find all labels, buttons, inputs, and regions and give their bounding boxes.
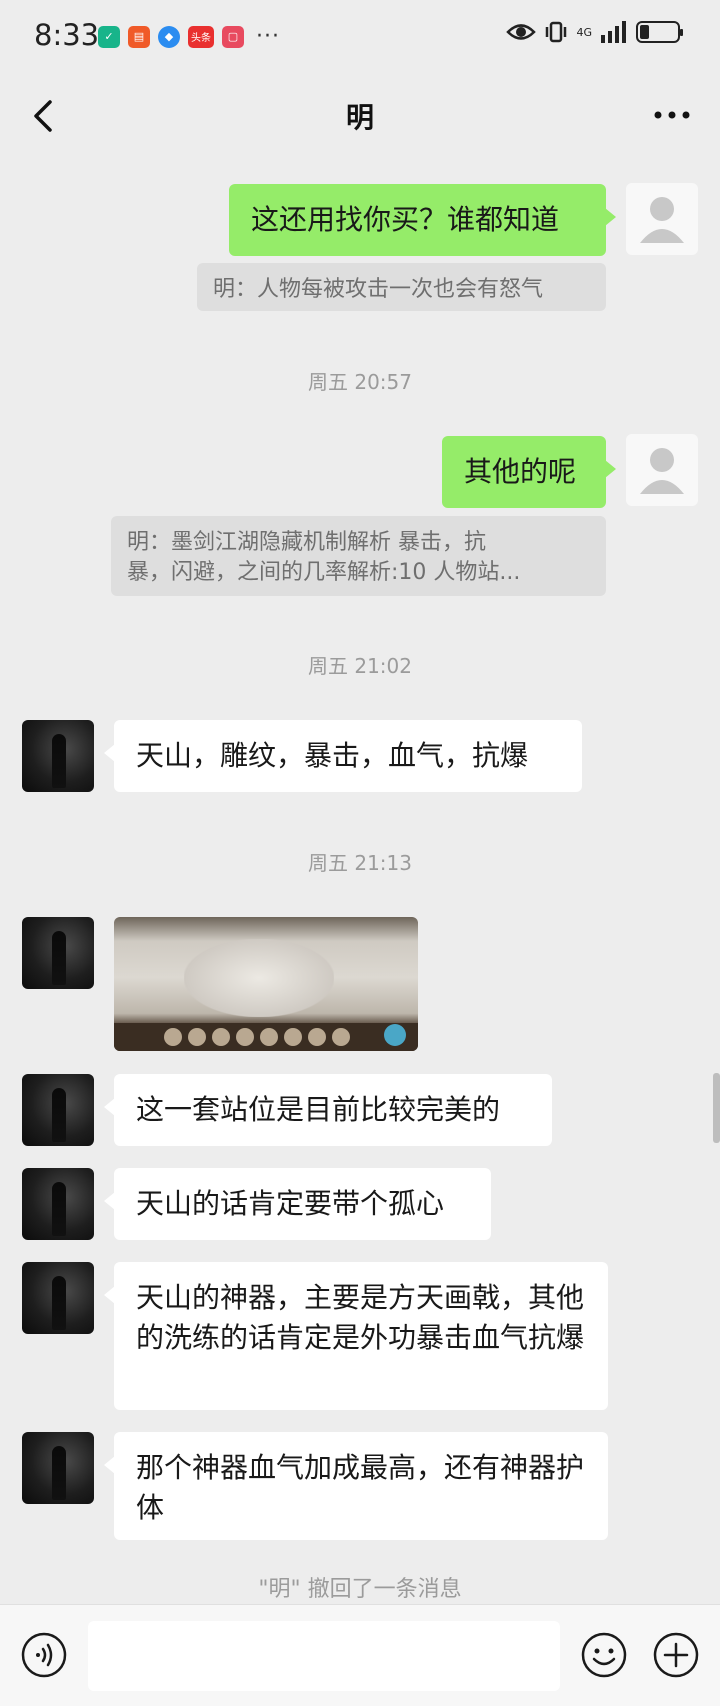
contact-avatar[interactable] — [22, 1168, 94, 1240]
game-screenshot-image[interactable] — [114, 917, 418, 1051]
hero-portrait-icon — [188, 1028, 206, 1046]
battery-level — [640, 25, 649, 39]
scrollbar[interactable] — [713, 1073, 720, 1143]
self-avatar[interactable] — [626, 434, 698, 506]
chat-title: 明 — [345, 101, 374, 134]
recall-notice: "明" 撤回了一条消息 — [258, 1577, 462, 1602]
signal-icon — [601, 21, 626, 43]
self-avatar[interactable] — [626, 183, 698, 255]
timestamp: 周五 21:02 — [308, 654, 412, 678]
message-bubble-other[interactable]: 天山的话肯定要带个孤心 — [104, 1168, 491, 1240]
status-time: 8:33 — [34, 18, 100, 52]
security-icon: ◆ — [158, 25, 180, 48]
system-icons: 4G — [506, 20, 683, 44]
app-icon: ▢ — [222, 25, 244, 48]
hero-portrait-icon — [260, 1028, 278, 1046]
more-notifications-icon: ··· — [256, 24, 280, 49]
message-bubble-other[interactable]: 那个神器血气加成最高，还有神器护体 — [104, 1432, 608, 1540]
hero-portrait-icon — [284, 1028, 302, 1046]
game-board — [184, 939, 334, 1017]
contact-avatar[interactable] — [22, 917, 94, 989]
message-bubble-self[interactable]: 其他的呢 — [442, 436, 616, 508]
plus-icon[interactable] — [652, 1631, 700, 1679]
network-type: 4G — [576, 25, 592, 39]
vibrate-icon — [546, 21, 567, 43]
input-bar — [0, 1604, 720, 1706]
shield-app-icon: ✓ — [98, 25, 120, 48]
quoted-message[interactable]: 明：墨剑江湖隐藏机制解析 暴击，抗 暴，闪避，之间的几率解析:10 人物站... — [111, 516, 606, 596]
timestamp: 周五 21:13 — [308, 851, 412, 875]
message-bubble-other[interactable]: 天山，雕纹，暴击，血气，抗爆 — [104, 720, 582, 792]
battery-icon — [636, 21, 683, 43]
message-bubble-self[interactable]: 这还用找你买？谁都知道 — [229, 184, 616, 256]
quote-line: 暴，闪避，之间的几率解析:10 人物站... — [127, 560, 521, 585]
hero-portrait-icon — [212, 1028, 230, 1046]
chat-header: 明 — [0, 72, 720, 160]
hero-portrait-icon — [332, 1028, 350, 1046]
status-bar: 8:33 ✓ ▤ ◆ 头条 ▢ ··· 4G — [0, 0, 720, 72]
contact-avatar[interactable] — [22, 1074, 94, 1146]
message-bubble-other[interactable]: 天山的神器，主要是方天画戟，其他的洗练的话肯定是外功暴击血气抗爆 — [104, 1262, 608, 1410]
notification-icons: ✓ ▤ ◆ 头条 ▢ ··· — [98, 24, 280, 49]
app-icon: ▤ — [128, 25, 150, 48]
ellipsis-icon[interactable] — [652, 100, 692, 130]
message-bubble-other[interactable]: 这一套站位是目前比较完美的 — [104, 1074, 552, 1146]
quoted-message[interactable]: 明：人物每被攻击一次也会有怒气 — [197, 263, 606, 311]
contact-avatar[interactable] — [22, 1262, 94, 1334]
toutiao-icon: 头条 — [188, 25, 214, 48]
contact-avatar[interactable] — [22, 1432, 94, 1504]
voice-icon[interactable] — [20, 1631, 68, 1679]
hero-portrait-icon — [308, 1028, 326, 1046]
hero-portrait-icon — [236, 1028, 254, 1046]
skill-icon — [384, 1024, 406, 1046]
contact-avatar[interactable] — [22, 720, 94, 792]
emoji-icon[interactable] — [580, 1631, 628, 1679]
quote-line: 明：墨剑江湖隐藏机制解析 暴击，抗 — [127, 530, 486, 555]
hero-portrait-icon — [164, 1028, 182, 1046]
eye-icon — [506, 24, 537, 40]
message-input[interactable] — [88, 1621, 560, 1691]
timestamp: 周五 20:57 — [308, 370, 412, 394]
